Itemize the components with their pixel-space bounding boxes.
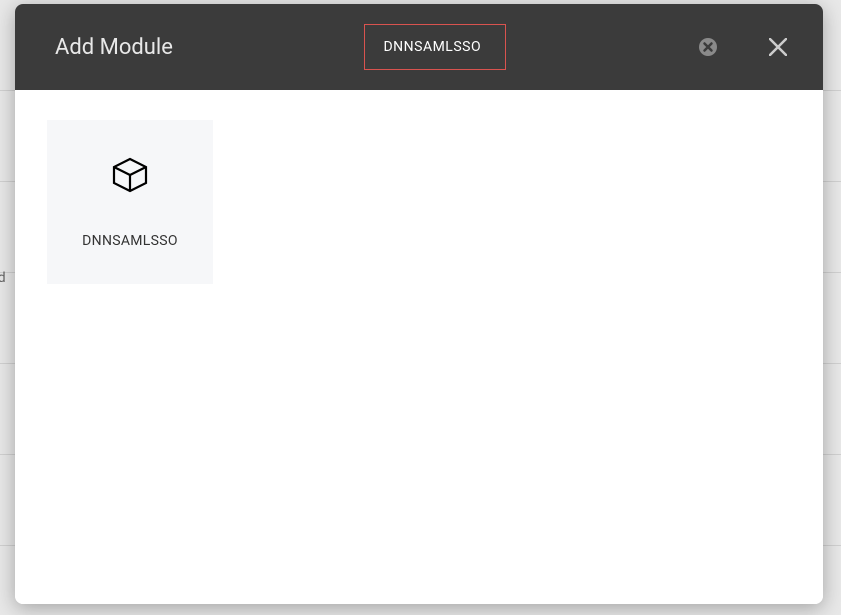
dialog-header: Add Module [15,4,823,90]
close-dialog-icon[interactable] [768,37,788,57]
cube-icon [110,155,150,199]
add-module-dialog: Add Module [15,4,823,604]
module-label: DNNSAMLSSO [82,233,178,249]
clear-search-icon[interactable] [698,37,718,57]
background-partial-text: nd [0,270,6,286]
dialog-title: Add Module [55,35,173,60]
search-area [173,24,698,70]
header-actions [698,37,788,57]
dialog-body: DNNSAMLSSO [15,90,823,604]
module-search-input[interactable] [364,24,506,70]
module-card[interactable]: DNNSAMLSSO [47,120,213,284]
